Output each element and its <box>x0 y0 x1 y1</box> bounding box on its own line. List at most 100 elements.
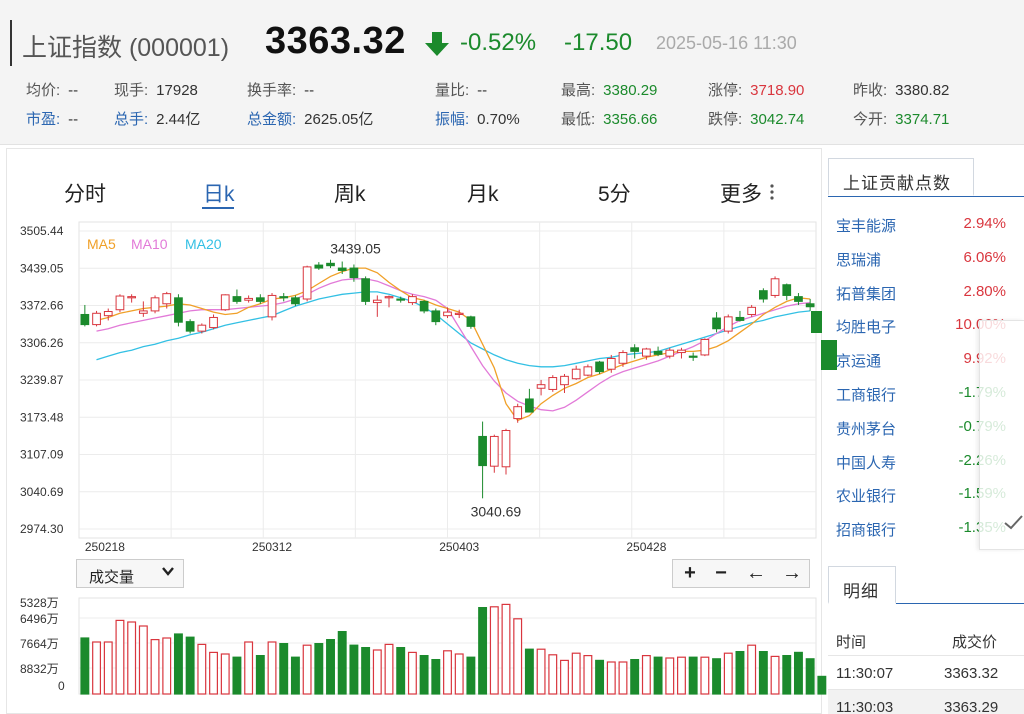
volume-bar <box>326 638 335 695</box>
candle-body <box>747 306 757 315</box>
stock-name: 拓普集团 <box>836 285 897 303</box>
candle-body <box>372 299 382 304</box>
candle-body <box>758 290 768 300</box>
zoom-controls: + − ← → <box>672 559 810 588</box>
price-annotation: 3439.05 <box>330 240 381 256</box>
candle-body <box>396 298 406 301</box>
candle-body <box>244 297 253 301</box>
candle-body <box>92 312 101 326</box>
volume-bar <box>372 649 382 695</box>
volume-bar <box>793 651 803 695</box>
contribution-row[interactable]: 宝丰能源 2.94% <box>836 215 1016 235</box>
volume-bar <box>665 657 675 695</box>
volume-bar <box>443 650 452 695</box>
candle-body <box>794 296 803 302</box>
arrow-right-icon[interactable]: → <box>777 562 807 586</box>
volume-bar <box>209 651 218 695</box>
y-tick-label: 3239.87 <box>20 373 64 387</box>
candle-body <box>735 316 745 321</box>
candle-body <box>618 352 628 364</box>
y-tick-label: 3372.66 <box>20 299 64 313</box>
stock-name: 宝丰能源 <box>836 218 897 235</box>
checkmark-icon[interactable] <box>1002 511 1024 539</box>
x-tick-label: 250218 <box>85 540 125 554</box>
detail-header-time: 时间 <box>836 634 867 651</box>
volume-bar <box>302 644 312 695</box>
candle-body <box>302 266 312 300</box>
volume-indicator-select[interactable]: 成交量 <box>76 559 184 588</box>
candle-body <box>115 295 125 311</box>
candle-body <box>595 361 604 373</box>
zoom-in-icon[interactable]: + <box>675 562 705 586</box>
volume-bar <box>220 653 230 695</box>
volume-select-label: 成交量 <box>89 569 135 586</box>
volume-bar <box>782 654 792 695</box>
candle-body <box>571 368 581 380</box>
detail-price: 3363.29 <box>944 699 999 714</box>
volume-tick-label: 5328万 <box>20 596 59 610</box>
candle-body <box>209 316 218 329</box>
candle-body <box>384 296 394 299</box>
candle-body <box>443 311 452 317</box>
y-tick-label: 3505.44 <box>20 224 64 238</box>
candle-body <box>197 324 207 332</box>
page: 上证指数 (000001) 3363.32 -0.52% -17.50 2025… <box>0 0 1024 714</box>
volume-bar <box>747 644 757 695</box>
arrow-left-icon[interactable]: ← <box>741 562 771 586</box>
current-price-marker <box>811 311 822 333</box>
volume-bar <box>279 642 289 695</box>
volume-bar <box>513 618 523 695</box>
x-tick-label: 250403 <box>439 540 479 554</box>
tab-contribution[interactable]: 上证贡献点数 <box>828 158 974 196</box>
volume-bar <box>723 652 733 695</box>
volume-bar <box>162 637 172 695</box>
volume-bar <box>524 648 534 695</box>
y-tick-label: 3173.48 <box>20 410 64 424</box>
legend-ma5: MA5 <box>87 236 116 252</box>
volume-tick-label: 7664万 <box>20 637 59 651</box>
candle-body <box>665 349 675 357</box>
legend-ma10: MA10 <box>131 236 168 252</box>
volume-bar <box>466 656 476 695</box>
candle-body <box>770 278 780 296</box>
candle-body <box>630 347 640 352</box>
candle-body <box>232 296 242 302</box>
contribution-row[interactable]: 思瑞浦 6.06% <box>836 249 1016 269</box>
volume-bar <box>560 659 569 695</box>
candle-body <box>782 284 792 296</box>
candle-body <box>162 293 172 305</box>
volume-bar <box>571 652 581 695</box>
volume-bar <box>688 656 698 695</box>
volume-bar <box>735 650 745 695</box>
volume-bar <box>548 654 558 695</box>
floating-panel[interactable] <box>979 320 1024 550</box>
sidebar-tab-line <box>828 196 1024 197</box>
detail-price: 3363.32 <box>944 665 999 682</box>
candle-body <box>103 311 113 317</box>
candle-body <box>185 321 195 332</box>
stock-name: 京运通 <box>836 353 882 371</box>
volume-tick-label: 8832万 <box>20 662 59 676</box>
candle-body <box>489 435 499 467</box>
contribution-row[interactable]: 拓普集团 2.80% <box>836 283 1016 303</box>
candle-body <box>642 348 651 357</box>
volume-bar <box>115 619 125 695</box>
volume-bar <box>595 659 605 695</box>
candle-body <box>501 429 511 468</box>
volume-bar <box>255 654 265 695</box>
detail-panel: 明细 时间 成交价 11:30:07 3363.32 11:30:03 3363… <box>828 566 1024 714</box>
candle-body <box>255 297 265 302</box>
volume-bar <box>314 642 324 695</box>
volume-bar <box>150 638 160 695</box>
detail-time: 11:30:07 <box>836 665 894 682</box>
zoom-out-icon[interactable]: − <box>706 562 736 586</box>
candle-body <box>560 375 569 386</box>
candle-body <box>337 267 347 271</box>
volume-bar <box>431 658 441 695</box>
candle-body <box>513 406 523 420</box>
volume-bar <box>583 654 593 695</box>
stock-change: 2.80% <box>963 282 1006 300</box>
candle-body <box>700 338 710 356</box>
volume-bar <box>641 654 651 695</box>
tab-detail[interactable]: 明细 <box>828 566 896 604</box>
